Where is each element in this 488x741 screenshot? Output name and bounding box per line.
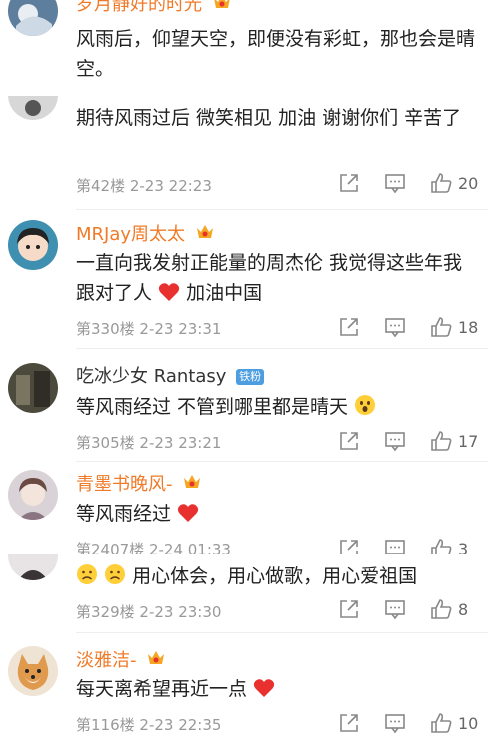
like-count: 8 (458, 600, 469, 619)
vip-crown-icon (212, 0, 232, 17)
like-icon[interactable] (430, 172, 454, 196)
like-count: 3 (458, 540, 469, 554)
avatar[interactable] (8, 554, 58, 580)
comment-actions: 20 (338, 172, 488, 196)
comment-actions: 10 (338, 712, 488, 736)
comment-text: 一直向我发射正能量的周杰伦 我觉得这些年我跟对了人 加油中国 (76, 248, 480, 311)
sad-emoji (76, 563, 98, 594)
fan-badge: 铁粉 (236, 369, 265, 385)
comment-item: 期待风雨过后 微笑相见 加油 谢谢你们 辛苦了 第42楼 2-23 22:23 … (0, 96, 488, 210)
like-count: 10 (458, 714, 479, 733)
comment-text: 期待风雨过后 微笑相见 加油 谢谢你们 辛苦了 (76, 107, 462, 129)
comment-text: 风雨后，仰望天空，即便没有彩虹，那也会是晴空。 (76, 28, 476, 80)
comment-meta: 第330楼 2-23 23:31 (76, 320, 222, 338)
username[interactable]: 淡雅洁- (76, 649, 166, 673)
heart-emoji (253, 677, 275, 707)
scared-emoji (354, 394, 376, 425)
comment-text: 用心体会，用心做歌，用心爱祖国 (76, 561, 480, 594)
username[interactable]: 青墨书晚风- (76, 473, 202, 497)
comment-icon[interactable] (384, 538, 406, 554)
comment-icon[interactable] (384, 316, 406, 340)
like-icon[interactable] (430, 316, 454, 340)
share-icon[interactable] (338, 598, 360, 622)
comment-item: 岁月静好的时光 风雨后，仰望天空，即便没有彩虹，那也会是晴空。 (0, 0, 488, 96)
share-icon[interactable] (338, 430, 360, 454)
avatar[interactable] (8, 470, 58, 520)
comment-actions: 17 (338, 430, 488, 454)
sad-emoji (104, 563, 126, 594)
like-icon[interactable] (430, 430, 454, 454)
like-icon[interactable] (430, 598, 454, 622)
like-count: 18 (458, 318, 479, 337)
avatar[interactable] (8, 363, 58, 413)
comment-icon[interactable] (384, 172, 406, 196)
comment-icon[interactable] (384, 598, 406, 622)
username[interactable]: 吃冰少女 Rantasy 铁粉 (76, 366, 265, 388)
comment-item: 吃冰少女 Rantasy 铁粉 等风雨经过 不管到哪里都是晴天 第305楼 2-… (0, 349, 488, 461)
comment-text: 等风雨经过 不管到哪里都是晴天 (76, 392, 480, 425)
comment-actions: 8 (338, 598, 488, 622)
comment-actions: 18 (338, 316, 488, 340)
comment-meta: 第42楼 2-23 22:23 (76, 177, 212, 195)
like-count: 20 (458, 174, 479, 193)
like-count: 17 (458, 432, 479, 451)
share-icon[interactable] (338, 538, 360, 554)
comment-text: 每天离希望再近一点 (76, 674, 480, 707)
avatar[interactable] (8, 646, 58, 696)
avatar[interactable] (8, 220, 58, 270)
comment-item: 用心体会，用心做歌，用心爱祖国 第329楼 2-23 23:30 8 (0, 554, 488, 632)
comment-meta: 第329楼 2-23 23:30 (76, 603, 222, 621)
comment-item: 淡雅洁- 每天离希望再近一点 第116楼 2-23 22:35 10 (0, 633, 488, 741)
share-icon[interactable] (338, 316, 360, 340)
share-icon[interactable] (338, 172, 360, 196)
comment-text: 等风雨经过 (76, 499, 480, 532)
comment-meta: 第305楼 2-23 23:21 (76, 434, 222, 452)
comment-icon[interactable] (384, 430, 406, 454)
vip-crown-icon (195, 223, 215, 247)
comment-meta: 第2407楼 2-24 01:33 (76, 541, 231, 554)
heart-emoji (177, 502, 199, 532)
comment-actions: 3 (338, 538, 488, 554)
comment-icon[interactable] (384, 712, 406, 736)
avatar[interactable] (8, 0, 58, 36)
heart-emoji (158, 281, 180, 311)
username[interactable]: 岁月静好的时光 (76, 0, 232, 17)
comment-meta: 第116楼 2-23 22:35 (76, 716, 222, 734)
comment-item: MRJay周太太 一直向我发射正能量的周杰伦 我觉得这些年我跟对了人 加油中国 … (0, 210, 488, 348)
avatar[interactable] (8, 96, 58, 120)
comment-item: 青墨书晚风- 等风雨经过 第2407楼 2-24 01:33 3 (0, 462, 488, 554)
like-icon[interactable] (430, 538, 454, 554)
vip-crown-icon (146, 649, 166, 673)
username[interactable]: MRJay周太太 (76, 223, 215, 247)
like-icon[interactable] (430, 712, 454, 736)
vip-crown-icon (182, 473, 202, 497)
share-icon[interactable] (338, 712, 360, 736)
